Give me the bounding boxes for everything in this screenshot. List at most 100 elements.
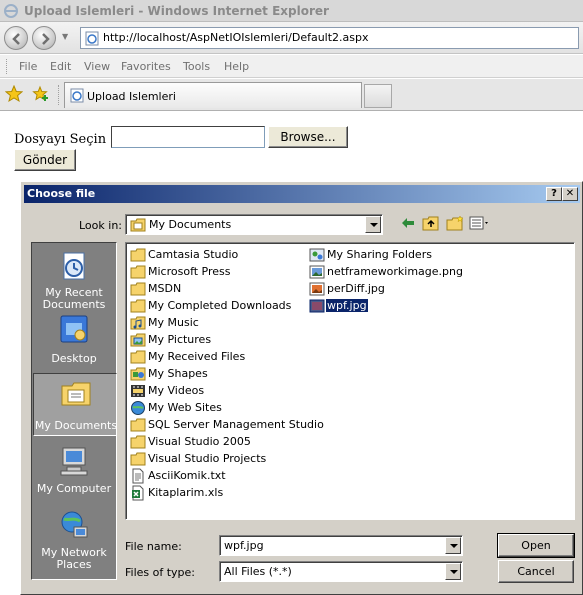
folder-icon xyxy=(130,264,146,280)
up-folder-icon[interactable] xyxy=(422,215,440,234)
look-in-value: My Documents xyxy=(149,218,232,231)
address-toolbar: ▼ http://localhost/AspNetIOIslemleri/Def… xyxy=(0,22,583,54)
folder-icon xyxy=(130,434,146,450)
forward-button[interactable] xyxy=(32,26,56,50)
cancel-button[interactable]: Cancel xyxy=(498,560,574,583)
tab-label: Upload Islemleri xyxy=(87,90,176,103)
file-name: perDiff.jpg xyxy=(327,282,385,295)
my-documents-icon xyxy=(130,218,146,235)
add-favorite-icon[interactable] xyxy=(32,85,50,106)
place-label: My Computer xyxy=(36,482,112,495)
back-button[interactable] xyxy=(4,26,28,50)
network-places-icon xyxy=(58,509,90,544)
page-icon xyxy=(84,31,100,46)
file-name: My Received Files xyxy=(148,350,246,363)
place-label: My Network Places xyxy=(41,546,107,571)
pictures-folder-icon xyxy=(130,332,146,348)
folder-icon xyxy=(130,417,146,433)
choose-file-dialog: Choose file ? ✕ Look in: My Documents My… xyxy=(20,181,583,595)
file-select-label: Dosyayı Seçin : xyxy=(14,132,115,147)
menu-help[interactable]: Help xyxy=(224,60,249,73)
place-my-recent-documents[interactable]: My Recent Documents xyxy=(32,247,116,311)
dialog-title: Choose file xyxy=(27,187,96,200)
url-text: http://localhost/AspNetIOIslemleri/Defau… xyxy=(103,31,369,44)
view-menu-icon[interactable] xyxy=(469,215,491,234)
videos-folder-icon xyxy=(130,383,146,399)
folder-icon xyxy=(130,451,146,467)
tab-separator xyxy=(58,85,60,105)
file-name-label: File name: xyxy=(125,540,182,553)
file-name: Kitaplarim.xls xyxy=(148,486,224,499)
excel-file-icon xyxy=(130,485,146,501)
menu-file[interactable]: File xyxy=(19,60,37,73)
shapes-folder-icon xyxy=(130,366,146,382)
dialog-titlebar: Choose file ? ✕ xyxy=(24,185,580,203)
file-name: My Pictures xyxy=(148,333,212,346)
file-name: netframeworkimage.png xyxy=(327,265,463,278)
close-button[interactable]: ✕ xyxy=(562,187,578,201)
recent-documents-icon xyxy=(58,251,90,286)
file-name: My Sharing Folders xyxy=(327,248,432,261)
address-field[interactable]: http://localhost/AspNetIOIslemleri/Defau… xyxy=(80,27,579,49)
submit-button[interactable]: Gönder xyxy=(14,149,76,171)
place-my-documents[interactable]: My Documents xyxy=(33,373,117,436)
chevron-down-icon[interactable] xyxy=(365,216,381,233)
places-bar: My Recent Documents Desktop My Documents… xyxy=(31,242,117,580)
new-tab-button[interactable] xyxy=(364,84,392,108)
menu-view[interactable]: View xyxy=(84,60,110,73)
music-folder-icon xyxy=(130,315,146,331)
folder-icon xyxy=(130,247,146,263)
file-list[interactable]: Camtasia Studio Microsoft Press MSDN My … xyxy=(125,242,575,520)
place-desktop[interactable]: Desktop xyxy=(32,309,116,372)
place-my-network-places[interactable]: My Network Places xyxy=(32,505,116,577)
chevron-down-icon[interactable] xyxy=(445,537,461,554)
menu-favorites[interactable]: Favorites xyxy=(121,60,171,73)
file-name: My Completed Downloads xyxy=(148,299,292,312)
jpg-file-icon xyxy=(309,298,325,314)
sharing-folder-icon xyxy=(309,247,325,263)
place-label: My Documents xyxy=(34,419,118,432)
jpg-file-icon xyxy=(309,281,325,297)
file-name: MSDN xyxy=(148,282,182,295)
file-name: wpf.jpg xyxy=(326,299,368,312)
file-name: Microsoft Press xyxy=(148,265,231,278)
page-icon xyxy=(69,88,85,106)
menu-tools[interactable]: Tools xyxy=(183,60,210,73)
file-name: AsciiKomik.txt xyxy=(148,469,226,482)
browse-button[interactable]: Browse... xyxy=(268,126,348,148)
desktop-icon xyxy=(58,313,90,348)
png-file-icon xyxy=(309,264,325,280)
file-name-value: wpf.jpg xyxy=(224,539,264,552)
file-name: My Videos xyxy=(148,384,205,397)
look-in-dropdown[interactable]: My Documents xyxy=(125,214,383,235)
recent-pages-dropdown-icon[interactable]: ▼ xyxy=(62,32,71,41)
tab-bar: Upload Islemleri xyxy=(0,79,583,111)
new-folder-icon[interactable] xyxy=(446,215,464,234)
text-file-icon xyxy=(130,468,146,484)
file-path-input[interactable] xyxy=(111,126,265,148)
my-documents-icon xyxy=(60,378,92,413)
file-name: SQL Server Management Studio xyxy=(148,418,324,431)
help-button[interactable]: ? xyxy=(546,187,562,201)
folder-icon xyxy=(130,298,146,314)
tab-upload-islemleri[interactable]: Upload Islemleri xyxy=(64,82,362,108)
menu-edit[interactable]: Edit xyxy=(50,60,71,73)
folder-icon xyxy=(130,349,146,365)
file-name: My Shapes xyxy=(148,367,208,380)
place-my-computer[interactable]: My Computer xyxy=(32,441,116,504)
file-name: Camtasia Studio xyxy=(148,248,239,261)
toolbar-grip xyxy=(6,59,8,74)
file-name-input[interactable]: wpf.jpg xyxy=(219,535,463,556)
chevron-down-icon[interactable] xyxy=(445,563,461,580)
look-in-label: Look in: xyxy=(79,219,122,232)
file-name: Visual Studio Projects xyxy=(148,452,267,465)
back-arrow-icon[interactable] xyxy=(400,215,416,234)
folder-icon xyxy=(130,281,146,297)
file-type-value: All Files (*.*) xyxy=(224,565,292,578)
favorites-star-icon[interactable] xyxy=(4,84,24,106)
file-name: My Music xyxy=(148,316,199,329)
file-type-select[interactable]: All Files (*.*) xyxy=(219,561,463,582)
internet-explorer-icon xyxy=(3,3,19,19)
open-button[interactable]: Open xyxy=(497,533,575,558)
back-arrow-icon xyxy=(12,33,20,45)
